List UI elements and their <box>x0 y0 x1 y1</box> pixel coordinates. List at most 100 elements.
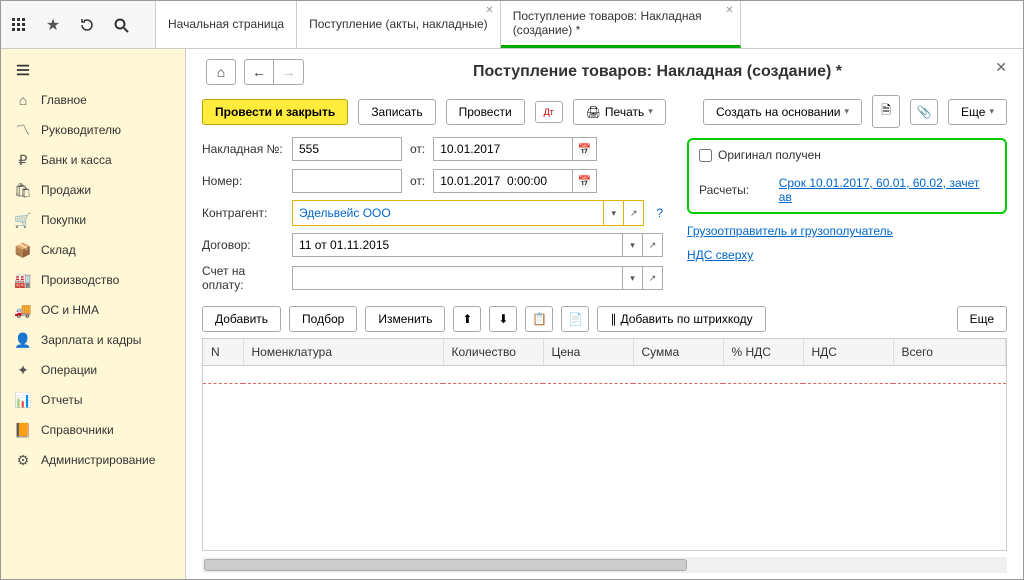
th-nomen: Номенклатура <box>243 339 443 366</box>
sidebar-item-warehouse[interactable]: 📦 Склад <box>1 235 185 265</box>
sidebar-item-purchases[interactable]: 🛒 Покупки <box>1 205 185 235</box>
sidebar-item-admin[interactable]: ⚙ Администрирование <box>1 445 185 475</box>
table-row[interactable] <box>203 384 1006 484</box>
forward-button[interactable]: → <box>274 59 304 85</box>
sidebar-item-ops[interactable]: ✦ Операции <box>1 355 185 385</box>
chevron-down-icon[interactable]: ▾ <box>603 201 623 225</box>
edit-row-button[interactable]: Изменить <box>365 306 445 332</box>
person-icon: 👤 <box>15 332 31 348</box>
number-label: Номер: <box>202 174 284 188</box>
back-button[interactable]: ← <box>244 59 274 85</box>
invoice-no-input[interactable] <box>292 137 402 161</box>
bill-label: Счет на оплату: <box>202 264 284 292</box>
print-button[interactable]: 🖨 Печать ▾ <box>573 99 666 125</box>
post-close-button[interactable]: Провести и закрыть <box>202 99 348 125</box>
sidebar-item-refs[interactable]: 📙 Справочники <box>1 415 185 445</box>
add-row-button[interactable]: Добавить <box>202 306 281 332</box>
number-input[interactable] <box>292 169 402 193</box>
search-icon[interactable] <box>111 15 131 35</box>
sidebar-item-reports[interactable]: 📊 Отчеты <box>1 385 185 415</box>
sidebar-item-main[interactable]: ⌂ Главное <box>1 85 185 115</box>
attach-button[interactable]: 📎 <box>910 99 938 125</box>
tab-home[interactable]: Начальная страница <box>156 1 297 48</box>
dtkt-button[interactable]: Дт <box>535 101 563 123</box>
original-checkbox[interactable] <box>699 149 712 162</box>
sidebar-item-os[interactable]: 🚚 ОС и НМА <box>1 295 185 325</box>
gear-icon: ⚙ <box>15 452 31 468</box>
sidebar-item-label: Главное <box>41 93 87 107</box>
sidebar-item-label: Администрирование <box>41 453 155 467</box>
report-icon: 📊 <box>15 392 31 408</box>
calendar-icon[interactable]: 📅 <box>573 137 597 161</box>
help-icon[interactable]: ? <box>656 206 663 220</box>
calendar-icon[interactable]: 📅 <box>573 169 597 193</box>
move-down-button[interactable]: ⬇ <box>489 306 517 332</box>
barcode-button[interactable]: ∥ Добавить по штрихкоду <box>597 306 765 332</box>
chevron-down-icon: ▾ <box>845 106 850 117</box>
shipper-link[interactable]: Грузоотправитель и грузополучатель <box>687 224 893 238</box>
hscrollbar[interactable] <box>202 557 1007 573</box>
sidebar-item-production[interactable]: 🏭 Производство <box>1 265 185 295</box>
datetime-input[interactable] <box>433 169 573 193</box>
save-button[interactable]: Записать <box>358 99 435 125</box>
from-label: от: <box>410 142 425 156</box>
create-based-button[interactable]: Создать на основании ▾ <box>703 99 862 125</box>
bank-icon: ₽ <box>15 152 31 168</box>
sidebar-item-label: Банк и касса <box>41 153 112 167</box>
tab-label: Начальная страница <box>168 17 284 31</box>
tab-current[interactable]: Поступление товаров: Накладная (создание… <box>501 1 741 48</box>
vat-link[interactable]: НДС сверху <box>687 248 753 262</box>
history-icon[interactable] <box>77 15 97 35</box>
tab-label: Поступление (акты, накладные) <box>309 17 488 31</box>
table-row[interactable] <box>203 366 1006 384</box>
counterparty-label: Контрагент: <box>202 206 284 220</box>
sidebar-item-label: Продажи <box>41 183 91 197</box>
open-icon[interactable]: ↗ <box>643 233 663 257</box>
page-close-icon[interactable]: ✕ <box>995 59 1007 76</box>
tab-receipts[interactable]: Поступление (акты, накладные) ✕ <box>297 1 501 48</box>
chevron-down-icon: ▾ <box>989 106 994 117</box>
move-up-button[interactable]: ⬆ <box>453 306 481 332</box>
items-table[interactable]: N Номенклатура Количество Цена Сумма % Н… <box>202 338 1007 551</box>
more-button[interactable]: Еще ▾ <box>948 99 1007 125</box>
pick-button[interactable]: Подбор <box>289 306 357 332</box>
chevron-down-icon[interactable]: ▾ <box>623 233 643 257</box>
close-icon[interactable]: ✕ <box>485 5 493 17</box>
open-icon[interactable]: ↗ <box>623 201 643 225</box>
top-icon-bar: ★ <box>1 1 156 48</box>
sidebar-toggle[interactable] <box>1 55 185 85</box>
counterparty-input[interactable] <box>293 201 603 225</box>
open-icon[interactable]: ↗ <box>643 266 663 290</box>
doc-button[interactable]: 🗎 <box>872 95 900 128</box>
apps-icon[interactable] <box>9 15 29 35</box>
sidebar-item-label: Зарплата и кадры <box>41 333 141 347</box>
chevron-down-icon[interactable]: ▾ <box>623 266 643 290</box>
main-pane: ⌂ ← → Поступление товаров: Накладная (со… <box>186 49 1023 579</box>
date1-input[interactable] <box>433 137 573 161</box>
calc-link[interactable]: Срок 10.01.2017, 60.01, 60.02, зачет ав <box>779 176 995 204</box>
sidebar-item-sales[interactable]: 🛍 Продажи <box>1 175 185 205</box>
invoice-label: Накладная №: <box>202 142 284 156</box>
copy-button[interactable]: 📋 <box>525 306 553 332</box>
star-icon[interactable]: ★ <box>43 15 63 35</box>
sales-icon: 🛍 <box>15 182 31 198</box>
post-button[interactable]: Провести <box>446 99 525 125</box>
highlighted-panel: Оригинал получен Расчеты: Срок 10.01.201… <box>687 138 1007 214</box>
factory-icon: 🏭 <box>15 272 31 288</box>
sidebar-item-bank[interactable]: ₽ Банк и касса <box>1 145 185 175</box>
paste-button[interactable]: 📄 <box>561 306 589 332</box>
home-button[interactable]: ⌂ <box>206 59 236 85</box>
tab-bar: Начальная страница Поступление (акты, на… <box>156 1 1023 48</box>
truck-icon: 🚚 <box>15 302 31 318</box>
table-more-button[interactable]: Еще <box>957 306 1007 332</box>
bill-input[interactable] <box>292 266 623 290</box>
tab-label: Поступление товаров: Накладная (создание… <box>513 9 728 38</box>
sidebar-item-label: Покупки <box>41 213 86 227</box>
scroll-thumb[interactable] <box>204 559 687 571</box>
contract-input[interactable] <box>292 233 623 257</box>
book-icon: 📙 <box>15 422 31 438</box>
menu-icon <box>15 62 31 78</box>
sidebar-item-manager[interactable]: 〽 Руководителю <box>1 115 185 145</box>
close-icon[interactable]: ✕ <box>725 5 733 17</box>
sidebar-item-hr[interactable]: 👤 Зарплата и кадры <box>1 325 185 355</box>
